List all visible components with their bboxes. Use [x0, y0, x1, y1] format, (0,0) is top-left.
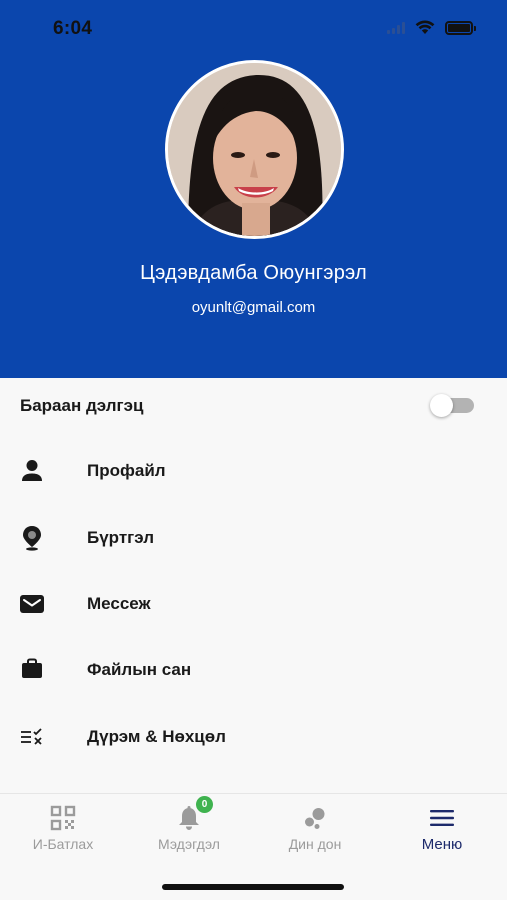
- menu-item-label: Профайл: [87, 461, 166, 480]
- menu-item-label: Бүртгэл: [87, 528, 155, 547]
- hamburger-menu-icon: [430, 810, 454, 826]
- status-icons: [387, 20, 476, 35]
- profile-header: 6:04 Цэдэвдамба Оюунгэрэл oyunlt@gmail.c…: [0, 0, 507, 378]
- menu-item-label: Мессеж: [87, 594, 151, 613]
- dark-mode-row: Бараан дэлгэц: [0, 378, 507, 434]
- notification-badge: 0: [196, 796, 213, 813]
- wifi-icon: [415, 20, 435, 34]
- envelope-icon: [20, 595, 44, 613]
- menu-item-label: Дүрэм & Нөхцөл: [87, 727, 226, 746]
- tab-label: Мэдэгдэл: [158, 836, 220, 852]
- tab-menu[interactable]: Меню: [379, 794, 505, 864]
- menu-list: Бараан дэлгэц Профайл Бүртгэл Мессеж Фай…: [0, 378, 507, 793]
- menu-item-registration[interactable]: Бүртгэл: [0, 509, 507, 567]
- person-icon: [22, 460, 42, 481]
- tab-label: Дин дон: [288, 836, 342, 852]
- tab-label: Меню: [421, 836, 463, 853]
- tab-din-don[interactable]: Дин дон: [252, 794, 378, 864]
- user-email: oyunlt@gmail.com: [191, 299, 316, 316]
- menu-item-profile[interactable]: Профайл: [0, 442, 507, 500]
- signal-icon: [387, 21, 405, 34]
- checklist-icon: [21, 728, 42, 745]
- avatar[interactable]: [165, 60, 344, 239]
- avatar-photo: [168, 63, 341, 236]
- dark-mode-toggle[interactable]: [430, 394, 474, 417]
- dark-mode-label: Бараан дэлгэц: [20, 396, 144, 415]
- bubbles-icon: [305, 808, 325, 829]
- user-name: Цэдэвдамба Оюунгэрэл: [140, 262, 367, 284]
- battery-icon: [445, 20, 476, 35]
- menu-item-messages[interactable]: Мессеж: [0, 575, 507, 633]
- qr-code-icon: [50, 805, 76, 831]
- status-time: 6:04: [53, 18, 93, 39]
- location-pin-icon: [23, 526, 41, 551]
- menu-item-label: Файлын сан: [87, 660, 192, 679]
- status-bar: 6:04: [0, 0, 507, 60]
- menu-item-files[interactable]: Файлын сан: [0, 641, 507, 699]
- tab-i-batlah[interactable]: И-Батлах: [0, 794, 126, 864]
- menu-item-terms[interactable]: Дүрэм & Нөхцөл: [0, 708, 507, 766]
- tab-label: И-Батлах: [32, 836, 94, 852]
- home-indicator[interactable]: [162, 884, 344, 890]
- tab-notifications[interactable]: 0 Мэдэгдэл: [126, 794, 252, 864]
- briefcase-icon: [22, 658, 42, 678]
